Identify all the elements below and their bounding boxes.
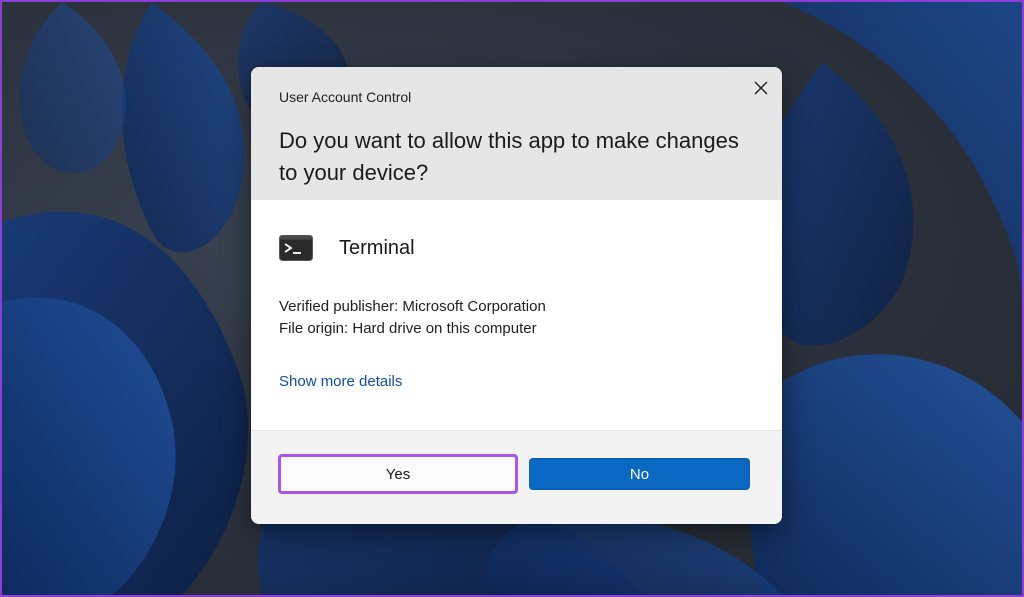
dialog-header: User Account Control Do you want to allo… (251, 67, 782, 200)
terminal-app-icon (279, 235, 313, 261)
no-button[interactable]: No (529, 458, 750, 490)
file-origin-text: File origin: Hard drive on this computer (279, 320, 537, 337)
app-identity: Terminal (279, 233, 415, 263)
uac-dialog: User Account Control Do you want to allo… (251, 67, 782, 524)
desktop: User Account Control Do you want to allo… (0, 0, 1024, 597)
yes-button[interactable]: Yes (278, 454, 518, 494)
publisher-text: Verified publisher: Microsoft Corporatio… (279, 298, 546, 315)
dialog-question: Do you want to allow this app to make ch… (279, 128, 739, 185)
show-more-details-link[interactable]: Show more details (279, 373, 402, 390)
dialog-title: User Account Control (279, 89, 412, 105)
close-icon (754, 81, 768, 95)
app-name: Terminal (339, 236, 415, 259)
app-info: Verified publisher: Microsoft Corporatio… (279, 296, 546, 340)
dialog-footer: Yes No (251, 430, 782, 524)
close-button[interactable] (746, 73, 776, 103)
